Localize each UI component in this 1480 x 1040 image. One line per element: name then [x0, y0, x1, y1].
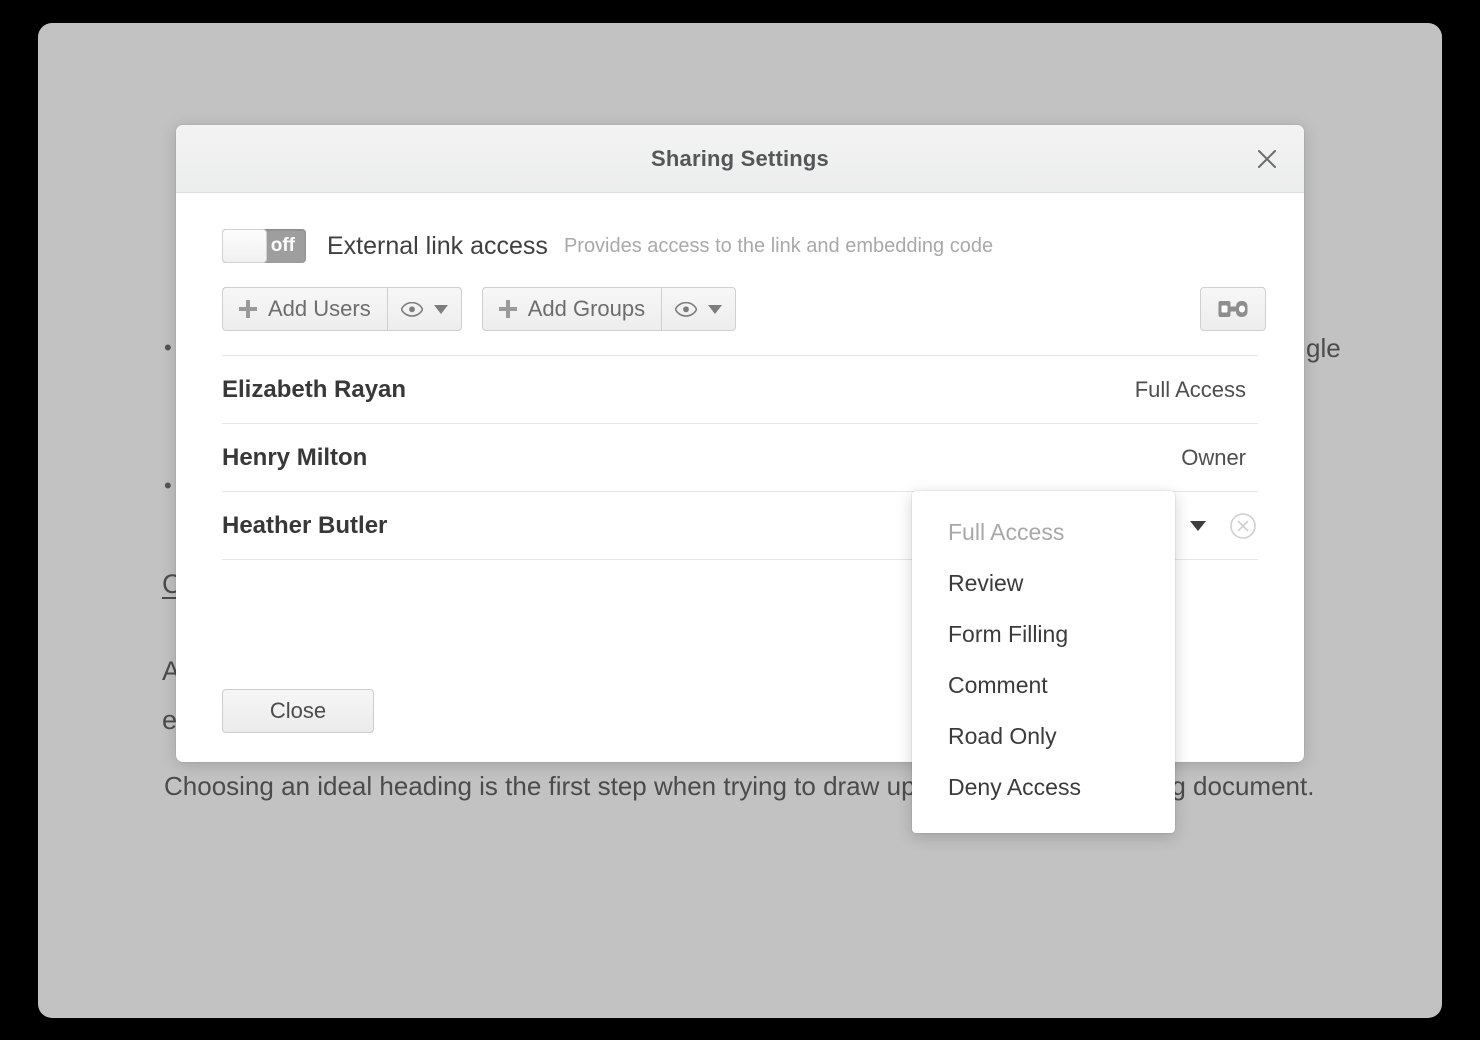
close-button[interactable]: Close — [222, 689, 374, 733]
add-users-label: Add Users — [268, 296, 371, 321]
add-groups-visibility-dropdown[interactable] — [661, 287, 737, 331]
external-link-access-toggle[interactable]: off — [222, 229, 306, 263]
chevron-down-icon — [708, 304, 723, 314]
chevron-down-icon[interactable] — [1190, 520, 1206, 531]
doc-fragment-e: e — [162, 705, 178, 735]
close-icon[interactable] — [1250, 142, 1284, 176]
remove-user-icon[interactable] — [1228, 511, 1258, 541]
user-access-level: Full Access — [1134, 376, 1246, 402]
add-groups-button[interactable]: Add Groups — [481, 287, 662, 331]
menu-item-deny-access[interactable]: Deny Access — [912, 762, 1175, 813]
copy-link-button[interactable] — [1200, 287, 1266, 331]
user-access-level: Owner — [1181, 444, 1246, 470]
eye-icon — [675, 301, 698, 317]
user-name: Henry Milton — [222, 443, 368, 471]
plus-icon — [239, 300, 257, 318]
add-groups-label: Add Groups — [527, 296, 646, 321]
link-icon — [1218, 301, 1248, 317]
dialog-title: Sharing Settings — [651, 145, 829, 171]
doc-fragment-gle: gle — [1306, 333, 1341, 363]
add-users-button[interactable]: Add Users — [222, 287, 387, 331]
access-level-menu: Full Access Review Form Filling Comment … — [912, 491, 1175, 833]
external-link-access-hint: Provides access to the link and embeddin… — [563, 234, 994, 257]
eye-icon — [400, 301, 423, 317]
menu-item-form-filling[interactable]: Form Filling — [912, 609, 1175, 660]
add-groups-group: Add Groups — [481, 287, 737, 331]
menu-item-review[interactable]: Review — [912, 558, 1175, 609]
table-row: Elizabeth Rayan Full Access — [222, 356, 1258, 424]
doc-bullet-2: • — [164, 473, 172, 498]
share-toolbar: Add Users Add Groups — [176, 263, 1304, 331]
chevron-down-icon — [433, 304, 448, 314]
doc-bullet-1: • — [164, 335, 172, 360]
menu-item-comment[interactable]: Comment — [912, 660, 1175, 711]
external-link-access-row: off External link access Provides access… — [176, 193, 1304, 263]
table-row: Henry Milton Owner — [222, 424, 1258, 492]
app-canvas: • gle • C A e Choosing an ideal heading … — [38, 23, 1442, 1018]
add-users-group: Add Users — [222, 287, 462, 331]
external-link-access-label: External link access — [327, 231, 548, 260]
toggle-state-label: off — [270, 235, 295, 256]
plus-icon — [498, 300, 517, 318]
dialog-header: Sharing Settings — [176, 125, 1304, 193]
add-users-visibility-dropdown[interactable] — [386, 287, 462, 331]
user-name: Elizabeth Rayan — [222, 375, 407, 403]
menu-item-road-only[interactable]: Road Only — [912, 711, 1175, 762]
toggle-knob — [222, 229, 267, 263]
menu-item-full-access[interactable]: Full Access — [912, 507, 1175, 558]
